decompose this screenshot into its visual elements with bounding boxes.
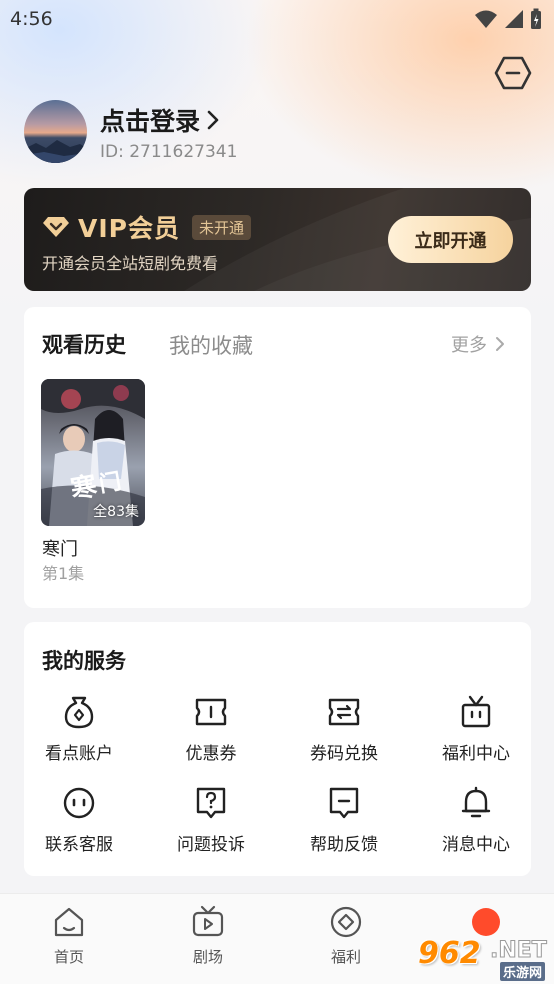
service-exchange[interactable]: 券码兑换 <box>289 694 399 774</box>
status-bar: 4:56 <box>0 0 554 38</box>
service-label: 问题投诉 <box>177 835 245 855</box>
more-link[interactable]: 更多 <box>451 331 505 357</box>
login-label: 点击登录 <box>100 107 201 136</box>
history-card: 观看历史 我的收藏 更多 寒 门 全83集 寒门 第1集 <box>24 307 531 608</box>
profile-header: 点击登录 ID: 2711627341 <box>24 100 534 166</box>
vip-title: VIP会员 <box>78 214 180 243</box>
feedback-icon <box>329 787 359 819</box>
wallet-icon <box>64 696 94 729</box>
tab-favorites[interactable]: 我的收藏 <box>169 330 253 360</box>
service-gift[interactable]: 福利中心 <box>421 694 531 774</box>
show-title[interactable]: 寒门 <box>42 535 78 561</box>
service-wallet[interactable]: 看点账户 <box>24 694 134 774</box>
gift-icon <box>461 695 491 728</box>
user-id: ID: 2711627341 <box>100 142 238 162</box>
exchange-icon <box>328 698 360 726</box>
nav-label: 剧场 <box>192 948 223 966</box>
svg-text:门: 门 <box>97 468 123 497</box>
nav-welfare[interactable]: 福利 <box>301 904 391 967</box>
services-card: 我的服务 看点账户 优惠券 券码兑换 福利中心 联系客服 问题投诉 帮助反馈 消… <box>24 622 531 876</box>
show-poster[interactable]: 寒 门 全83集 <box>41 379 145 526</box>
settings-button[interactable] <box>494 55 532 91</box>
chevron-right-icon <box>207 110 219 130</box>
complaint-icon <box>196 787 226 819</box>
service-label: 消息中心 <box>442 835 510 855</box>
nav-label: 福利 <box>330 948 361 966</box>
vip-subtitle: 开通会员全站短剧免费看 <box>42 254 219 273</box>
diamond-icon <box>43 217 69 237</box>
status-time: 4:56 <box>10 8 53 30</box>
show-episode: 第1集 <box>42 564 85 583</box>
service-customer-support[interactable]: 联系客服 <box>24 785 134 865</box>
tab-watch-history[interactable]: 观看历史 <box>42 329 126 359</box>
wifi-icon <box>475 10 497 28</box>
watermark-sub: 乐游网 <box>500 962 546 981</box>
home-icon <box>54 907 84 937</box>
site-watermark: 962 .NET 乐游网 <box>418 930 550 982</box>
coin-icon <box>330 906 362 938</box>
service-complaint[interactable]: 问题投诉 <box>156 785 266 865</box>
vip-activate-button[interactable]: 立即开通 <box>388 216 513 263</box>
vip-status-badge: 未开通 <box>191 214 251 240</box>
avatar-landscape-icon <box>24 140 87 163</box>
nav-home[interactable]: 首页 <box>24 904 114 967</box>
bell-icon <box>461 786 491 818</box>
settings-hexagon-icon <box>494 56 532 90</box>
status-icons <box>474 8 542 30</box>
service-label: 优惠券 <box>185 744 237 764</box>
service-label: 看点账户 <box>45 744 113 764</box>
coupon-icon <box>195 698 227 726</box>
watermark-logo: 962 <box>418 936 481 971</box>
nav-theater[interactable]: 剧场 <box>163 904 253 967</box>
battery-icon <box>531 8 541 29</box>
avatar[interactable] <box>24 100 87 163</box>
signal-icon <box>505 10 523 28</box>
services-title: 我的服务 <box>42 649 126 673</box>
service-feedback[interactable]: 帮助反馈 <box>289 785 399 865</box>
episode-count: 全83集 <box>93 504 139 520</box>
service-coupon[interactable]: 优惠券 <box>156 694 266 774</box>
more-label: 更多 <box>451 335 487 356</box>
tv-icon <box>192 905 224 937</box>
watermark-suffix: .NET <box>490 938 548 964</box>
service-messages[interactable]: 消息中心 <box>421 785 531 865</box>
vip-title-row: VIP会员 未开通 <box>42 209 251 245</box>
login-link[interactable]: 点击登录 <box>100 102 220 138</box>
chevron-right-icon <box>496 337 504 351</box>
chat-icon <box>63 787 95 819</box>
service-label: 联系客服 <box>45 835 113 855</box>
service-label: 券码兑换 <box>310 744 378 764</box>
service-label: 福利中心 <box>442 744 510 764</box>
vip-banner[interactable]: VIP会员 未开通 开通会员全站短剧免费看 立即开通 <box>24 188 531 291</box>
nav-label: 首页 <box>53 948 84 966</box>
service-label: 帮助反馈 <box>310 835 378 855</box>
